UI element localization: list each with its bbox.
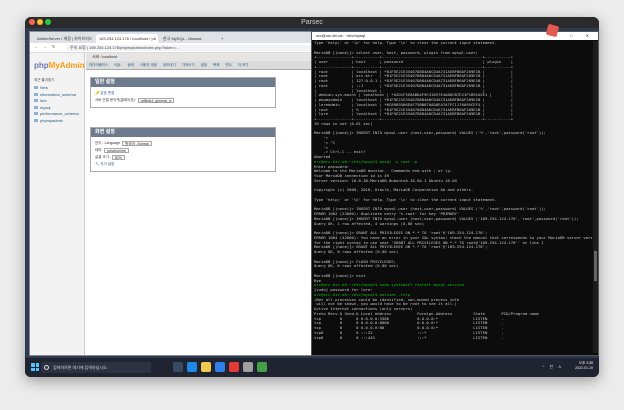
- clock-date: 2022-01-19: [575, 366, 593, 370]
- new-tab-button[interactable]: +: [218, 34, 226, 43]
- nav-user-accounts[interactable]: 사용자 계정: [140, 63, 157, 67]
- language-select[interactable]: 한국어 - Korean: [122, 140, 153, 146]
- browser-tab-3[interactable]: 한국 MySQL - Manual: [160, 34, 216, 43]
- edge-icon[interactable]: [187, 362, 197, 372]
- server-breadcrumb[interactable]: 서버: localhost: [86, 53, 336, 61]
- search-icon: [44, 365, 49, 370]
- database-icon: [34, 99, 38, 103]
- nav-databases[interactable]: 데이터베이스: [89, 63, 108, 67]
- database-icon: [34, 86, 38, 90]
- phpmyadmin-app: phpMyAdmin 최근 즐겨찾기 New information_schem…: [30, 53, 336, 355]
- terminal-window[interactable]: orc@orc-ktr-ok: ~/etc/mysql – □ ✕ Type '…: [311, 31, 599, 356]
- browser-tab-1[interactable]: AdminServer / 계정 | 하이브리드: [34, 34, 94, 43]
- panel-title: 일반 설정: [91, 78, 275, 87]
- search-placeholder: 검색하려면 여기에 입력하십시오.: [53, 365, 108, 370]
- nav-sql[interactable]: SQL: [114, 63, 121, 67]
- browser-tab-2[interactable]: 169.254.124.176 / localhost / pb: [96, 34, 158, 43]
- pma-main: 서버: localhost 데이터베이스 SQL 상태 사용자 계정 내보내기 …: [86, 53, 336, 355]
- nav-import[interactable]: 가져오기: [182, 63, 195, 67]
- font-size-select[interactable]: 82%: [111, 154, 125, 160]
- terminal-scrollbar[interactable]: [593, 41, 598, 353]
- window-titlebar: Parsec: [25, 17, 599, 28]
- database-icon: [34, 118, 38, 122]
- theme-select[interactable]: pmahomme: [104, 147, 129, 153]
- back-icon[interactable]: ←: [34, 44, 38, 49]
- recent-favorites[interactable]: 최근 즐겨찾기: [34, 78, 54, 83]
- tray-icons[interactable]: ^ 한 A: [543, 364, 563, 370]
- reload-icon[interactable]: ↻: [52, 44, 55, 49]
- url-field[interactable]: 주의 요함 | 169.254.124.176/phpmyadmin/index…: [66, 45, 326, 51]
- pma-logo[interactable]: phpMyAdmin: [34, 61, 85, 70]
- windows-taskbar: 검색하려면 여기에 입력하십시오. ^ 한 A 오후 3:58 2022-01-…: [25, 358, 599, 377]
- scrollbar-thumb[interactable]: [594, 251, 597, 281]
- db-item-phpmyadmin[interactable]: phpmyadmin: [34, 118, 79, 125]
- forward-icon[interactable]: →: [43, 44, 47, 49]
- terminal-title: orc@orc-ktr-ok: ~/etc/mysql: [316, 33, 366, 38]
- general-settings-panel: 일반 설정 🔑 암호 변경 서버 연결 문자셋(콜레이션): utf8mb4_ge…: [90, 77, 276, 108]
- nav-more[interactable]: 더 보기: [238, 63, 249, 67]
- collation-select[interactable]: utf8mb4_general_ci: [137, 97, 175, 103]
- more-settings-link[interactable]: 추가 설정: [100, 162, 114, 166]
- window-controls[interactable]: – □ ✕: [555, 32, 595, 40]
- pma-top-nav: 데이터베이스 SQL 상태 사용자 계정 내보내기 가져오기 설정 복제 변수 …: [86, 61, 336, 70]
- database-tree: New information_schema lore mysql perfor…: [34, 85, 79, 124]
- windows-start-icon[interactable]: [31, 363, 39, 371]
- language-label: 언어 - Language: [95, 141, 121, 145]
- terminal-output: Type 'help;' or '\h' for help. Type '\c'…: [314, 41, 592, 353]
- collation-label: 서버 연결 문자셋(콜레이션):: [95, 98, 136, 102]
- parsec-window: Parsec AdminServer / 계정 | 하이브리드 169.254.…: [25, 17, 599, 377]
- database-icon: [34, 92, 38, 96]
- browser-window: AdminServer / 계정 | 하이브리드 169.254.124.176…: [29, 31, 337, 356]
- terminal-app-icon[interactable]: [243, 362, 253, 372]
- window-title: Parsec: [301, 19, 323, 26]
- nav-status[interactable]: 상태: [127, 63, 133, 67]
- system-clock[interactable]: 오후 3:58 2022-01-19: [575, 361, 593, 371]
- database-icon: [34, 112, 38, 116]
- app-icon[interactable]: [229, 362, 239, 372]
- remote-desktop: AdminServer / 계정 | 하이브리드 169.254.124.176…: [25, 28, 599, 377]
- address-bar: ← → ↻ 주의 요함 | 169.254.124.176/phpmyadmin…: [30, 43, 336, 53]
- chrome-icon[interactable]: [257, 362, 267, 372]
- pma-sidebar: phpMyAdmin 최근 즐겨찾기 New information_schem…: [30, 53, 85, 355]
- nav-settings[interactable]: 설정: [201, 63, 207, 67]
- panel-title: 화면 설정: [91, 128, 275, 137]
- nav-export[interactable]: 내보내기: [163, 63, 176, 67]
- browser-tab-bar: AdminServer / 계정 | 하이브리드 169.254.124.176…: [30, 32, 336, 43]
- theme-label: 테마:: [95, 148, 103, 152]
- appearance-settings-panel: 화면 설정 언어 - Language 한국어 - Korean 테마: pmaho…: [90, 127, 276, 172]
- change-password-link[interactable]: 암호 변경: [100, 91, 114, 95]
- font-size-label: 글꼴 크기:: [95, 155, 110, 159]
- taskbar-search[interactable]: 검색하려면 여기에 입력하십시오.: [41, 362, 151, 373]
- file-explorer-icon[interactable]: [201, 362, 211, 372]
- task-view-icon[interactable]: [173, 362, 183, 372]
- nav-variables[interactable]: 변수: [225, 63, 231, 67]
- store-icon[interactable]: [215, 362, 225, 372]
- nav-replication[interactable]: 복제: [213, 63, 219, 67]
- terminal-line: tcp6 0 0 :::443 :::* LISTEN -: [314, 334, 504, 340]
- database-icon: [34, 105, 38, 109]
